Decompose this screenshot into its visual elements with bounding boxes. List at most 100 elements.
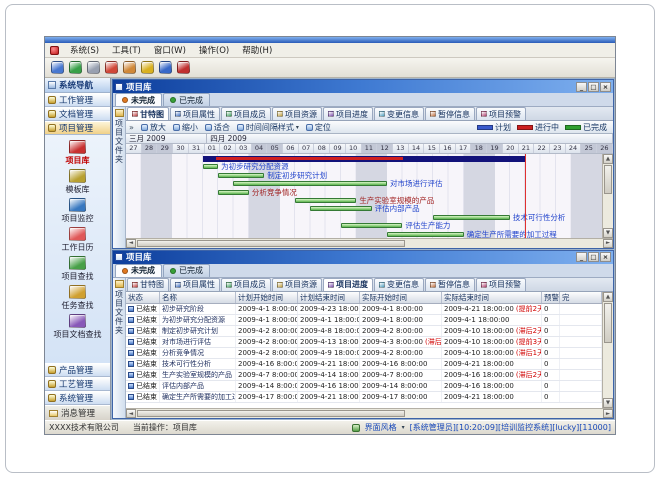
help-icon[interactable] [159, 61, 172, 74]
calendar-icon[interactable] [123, 61, 136, 74]
timeline-day[interactable]: 30 [173, 144, 189, 153]
timeline-day[interactable]: 21 [519, 144, 535, 153]
sidebar-group-文档管理[interactable]: 文档管理 [45, 107, 110, 121]
timeline-day[interactable]: 05 [267, 144, 283, 153]
gantt-bar[interactable] [433, 215, 510, 220]
gantt-window-titlebar[interactable]: 项目库 _ □ × [113, 80, 613, 93]
gantt-bar[interactable] [295, 198, 356, 203]
table-tab-项目预警[interactable]: 项目预警 [476, 278, 526, 291]
save-icon[interactable] [51, 61, 64, 74]
dropdown-arrow-icon[interactable]: ▾ [402, 424, 405, 431]
table-tab-暂停信息[interactable]: 暂停信息 [425, 278, 475, 291]
table-filter-tab-1[interactable]: 未完成 [115, 264, 162, 277]
timeline-day[interactable]: 03 [236, 144, 252, 153]
sidebar-tab-messages[interactable]: 消息管理 [45, 405, 110, 420]
gantt-tab-项目成员[interactable]: 项目成员 [221, 107, 271, 120]
timeline-day[interactable]: 23 [550, 144, 566, 153]
exit-icon[interactable] [177, 61, 190, 74]
gantt-vertical-scrollbar[interactable]: ▲ ▼ [602, 154, 613, 238]
scroll-thumb[interactable] [604, 303, 612, 344]
menu-item-5[interactable]: 帮助(H) [240, 43, 274, 57]
column-header-2[interactable]: 名称 [160, 292, 236, 303]
column-header-6[interactable]: 实际结束时间 [442, 292, 542, 303]
close-button[interactable]: × [600, 82, 611, 92]
table-row[interactable]: 已结束对市场进行评估2009-4-2 8:00:002009-4-13 18:0… [126, 337, 602, 348]
table-row[interactable]: 已结束生产实验室规模的产品2009-4-7 8:00:002009-4-14 1… [126, 370, 602, 381]
timeline-day[interactable]: 01 [205, 144, 221, 153]
sidebar-item-工作日历[interactable]: 工作日历 [45, 225, 110, 254]
timeline-day[interactable]: 24 [566, 144, 582, 153]
sidebar-item-项目文档查找[interactable]: 项目文档查找 [45, 312, 110, 341]
gantt-bar[interactable] [341, 223, 402, 228]
ui-style-selector[interactable]: 界面风格 [365, 422, 397, 433]
timeline-day[interactable]: 20 [503, 144, 519, 153]
timeline-day[interactable]: 08 [314, 144, 330, 153]
scroll-down-icon[interactable]: ▼ [603, 228, 613, 238]
table-tab-变更信息[interactable]: 变更信息 [374, 278, 424, 291]
gantt-tab-甘特图[interactable]: 甘特图 [127, 107, 169, 120]
gantt-tab-变更信息[interactable]: 变更信息 [374, 107, 424, 120]
timeline-day[interactable]: 16 [440, 144, 456, 153]
minimize-button[interactable]: _ [576, 82, 587, 92]
sidebar-item-任务查找[interactable]: 任务查找 [45, 283, 110, 312]
timeline-day[interactable]: 17 [456, 144, 472, 153]
scroll-right-icon[interactable]: ► [603, 239, 613, 248]
table-row[interactable]: 已结束初步研究阶段2009-4-1 8:00:002009-4-23 18:00… [126, 304, 602, 315]
menu-item-3[interactable]: 窗口(W) [152, 43, 188, 57]
timeline-day[interactable]: 31 [189, 144, 205, 153]
gantt-bar[interactable] [387, 232, 464, 237]
gantt-tab-项目预警[interactable]: 项目预警 [476, 107, 526, 120]
menu-item-4[interactable]: 操作(O) [197, 43, 231, 57]
scroll-down-icon[interactable]: ▼ [603, 398, 613, 408]
timeline-day[interactable]: 19 [487, 144, 503, 153]
timeline-day[interactable]: 29 [157, 144, 173, 153]
gantt-filter-tab-1[interactable]: 未完成 [115, 93, 162, 106]
timeline-day[interactable]: 04 [252, 144, 268, 153]
sidebar-group-产品管理[interactable]: 产品管理 [45, 363, 110, 377]
gantt-tab-暂停信息[interactable]: 暂停信息 [425, 107, 475, 120]
sidebar-group-工作管理[interactable]: 工作管理 [45, 93, 110, 107]
table-window-titlebar[interactable]: 项目库 _ □ × [113, 251, 613, 264]
menu-item-1[interactable]: 系统(S) [68, 43, 101, 57]
scroll-up-icon[interactable]: ▲ [603, 292, 613, 302]
column-header-3[interactable]: 计划开始时间 [236, 292, 298, 303]
scroll-thumb[interactable] [604, 165, 612, 194]
table-tab-项目进度[interactable]: 项目进度 [323, 278, 373, 291]
table-row[interactable]: 已结束确定生产所需要的加工过程2009-4-17 8:00:002009-4-2… [126, 392, 602, 403]
sidebar-group-项目管理[interactable]: 项目管理 [45, 121, 110, 135]
maximize-button[interactable]: □ [588, 252, 599, 262]
column-header-4[interactable]: 计划结束时间 [298, 292, 360, 303]
scroll-right-icon[interactable]: ► [603, 409, 613, 418]
table-tab-项目属性[interactable]: 项目属性 [170, 278, 220, 291]
timeline-day[interactable]: 12 [377, 144, 393, 153]
sidebar-group-系统管理[interactable]: 系统管理 [45, 391, 110, 405]
printer-icon[interactable] [87, 61, 100, 74]
timeline-day[interactable]: 11 [362, 144, 378, 153]
timeline-day[interactable]: 13 [393, 144, 409, 153]
gantt-tool-5[interactable]: 定位 [306, 122, 331, 133]
project-folder-strip[interactable]: 项目文件夹 [113, 107, 126, 248]
table-horizontal-scrollbar[interactable]: ◄ ► [126, 408, 613, 418]
gantt-bar[interactable] [233, 181, 387, 186]
scroll-thumb[interactable] [137, 410, 405, 417]
gantt-tool-4[interactable]: 时间间隔样式▾ [237, 122, 299, 133]
gantt-bar[interactable] [203, 164, 218, 169]
timeline-day[interactable]: 22 [534, 144, 550, 153]
column-header-5[interactable]: 实际开始时间 [360, 292, 442, 303]
menu-item-2[interactable]: 工具(T) [110, 43, 143, 57]
minimize-button[interactable]: _ [576, 252, 587, 262]
timeline-day[interactable]: 09 [330, 144, 346, 153]
table-row[interactable]: 已结束技术可行性分析2009-4-16 8:00:002009-4-21 18:… [126, 359, 602, 370]
table-vertical-scrollbar[interactable]: ▲ ▼ [602, 292, 613, 409]
scroll-thumb[interactable] [137, 240, 405, 247]
lock-icon[interactable] [141, 61, 154, 74]
column-header-7[interactable]: 预警 [542, 292, 560, 303]
table-row[interactable]: 已结束制定初步研究计划2009-4-2 8:00:002009-4-8 18:0… [126, 326, 602, 337]
sidebar-item-项目查找[interactable]: 项目查找 [45, 254, 110, 283]
scroll-left-icon[interactable]: ◄ [126, 409, 136, 418]
gantt-tab-项目资源[interactable]: 项目资源 [272, 107, 322, 120]
timeline-day[interactable]: 18 [471, 144, 487, 153]
timeline-day[interactable]: 10 [346, 144, 362, 153]
timeline-day[interactable]: 06 [283, 144, 299, 153]
table-tab-甘特图[interactable]: 甘特图 [127, 278, 169, 291]
